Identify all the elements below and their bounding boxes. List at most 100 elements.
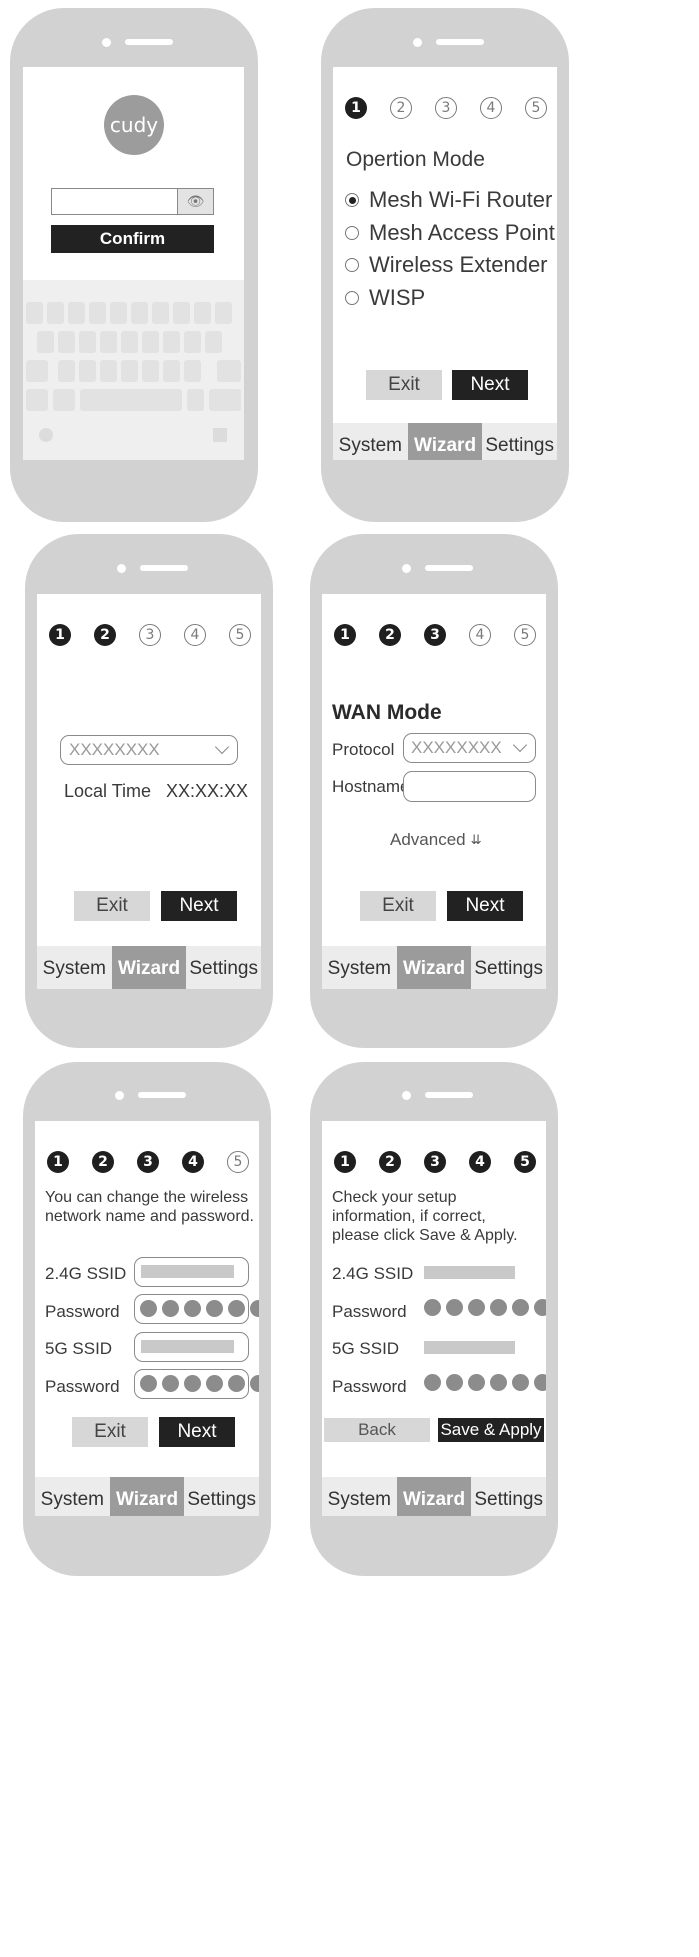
exit-button[interactable]: Exit — [366, 370, 442, 400]
key[interactable] — [205, 331, 222, 353]
tab-settings[interactable]: Settings — [184, 1477, 259, 1516]
key[interactable] — [58, 360, 75, 382]
key[interactable] — [68, 302, 85, 324]
key[interactable] — [152, 302, 169, 324]
ssid-value-bar — [141, 1265, 234, 1278]
key[interactable] — [47, 302, 64, 324]
protocol-value: XXXXXXXX — [411, 738, 502, 757]
keyboard — [23, 280, 244, 460]
step-indicator: 1 2 3 4 5 — [47, 1151, 249, 1173]
key[interactable] — [184, 360, 201, 382]
key[interactable] — [184, 331, 201, 353]
key[interactable] — [79, 360, 96, 382]
tab-settings[interactable]: Settings — [186, 946, 261, 989]
next-button[interactable]: Next — [161, 891, 237, 921]
phone-wan-mode: 1 2 3 4 5 WAN Mode Protocol XXXXXXXX Hos… — [310, 534, 558, 1048]
password-input[interactable] — [51, 188, 178, 215]
key[interactable] — [100, 360, 117, 382]
return-key[interactable] — [209, 389, 241, 411]
ssid-24g-input[interactable] — [134, 1257, 249, 1287]
key[interactable] — [79, 331, 96, 353]
operation-mode-title: Opertion Mode — [346, 148, 485, 171]
password-24g-label: Password — [45, 1302, 120, 1321]
save-apply-button[interactable]: Save & Apply — [438, 1418, 544, 1442]
wireless-description: You can change the wireless network name… — [45, 1189, 254, 1225]
key[interactable] — [194, 302, 211, 324]
key[interactable] — [89, 302, 106, 324]
option-mesh-access-point[interactable]: Mesh Access Point — [345, 220, 555, 246]
tab-settings[interactable]: Settings — [471, 946, 546, 989]
local-time-value: XX:XX:XX — [166, 781, 249, 801]
key[interactable] — [26, 389, 48, 411]
tab-wizard[interactable]: Wizard — [396, 946, 472, 989]
step-3-icon: 3 — [424, 1151, 446, 1173]
show-password-button[interactable]: 👁 — [177, 188, 214, 215]
option-mesh-wifi-router[interactable]: Mesh Wi-Fi Router — [345, 187, 552, 213]
key[interactable] — [163, 331, 180, 353]
tab-wizard[interactable]: Wizard — [111, 946, 187, 989]
cudy-logo: cudy — [104, 95, 164, 155]
password-5g-input[interactable] — [134, 1369, 259, 1399]
key[interactable] — [110, 302, 127, 324]
dictation-icon[interactable] — [213, 428, 227, 442]
key[interactable] — [37, 331, 54, 353]
tab-system[interactable]: System — [37, 946, 112, 989]
phone-summary: 1 2 3 4 5 Check your setup information, … — [310, 1062, 558, 1576]
key[interactable] — [187, 389, 204, 411]
password-5g-dots — [424, 1374, 546, 1391]
tab-system[interactable]: System — [333, 423, 408, 460]
tab-wizard[interactable]: Wizard — [407, 423, 483, 460]
key[interactable] — [163, 360, 180, 382]
option-wisp[interactable]: WISP — [345, 285, 425, 311]
option-wireless-extender[interactable]: Wireless Extender — [345, 252, 548, 278]
globe-icon[interactable] — [39, 428, 53, 442]
step-2-icon: 2 — [379, 624, 401, 646]
tab-wizard[interactable]: Wizard — [396, 1477, 472, 1516]
confirm-button[interactable]: Confirm — [51, 225, 214, 253]
tab-system[interactable]: System — [322, 1477, 397, 1516]
key[interactable] — [142, 331, 159, 353]
key[interactable] — [58, 331, 75, 353]
key[interactable] — [26, 302, 43, 324]
step-5-icon: 5 — [227, 1151, 249, 1173]
radio-icon — [345, 291, 359, 305]
back-button[interactable]: Back — [324, 1418, 430, 1442]
key[interactable] — [142, 360, 159, 382]
key[interactable] — [173, 302, 190, 324]
key[interactable] — [215, 302, 232, 324]
hostname-input[interactable] — [403, 771, 536, 802]
tab-bar: System Wizard Settings — [37, 946, 261, 989]
next-button[interactable]: Next — [159, 1417, 235, 1447]
tab-settings[interactable]: Settings — [482, 423, 557, 460]
step-1-icon: 1 — [345, 97, 367, 119]
exit-button[interactable]: Exit — [360, 891, 436, 921]
password-24g-input[interactable] — [134, 1294, 259, 1324]
tab-wizard[interactable]: Wizard — [109, 1477, 185, 1516]
summary-screen: 1 2 3 4 5 Check your setup information, … — [322, 1121, 546, 1516]
key[interactable] — [121, 331, 138, 353]
next-button[interactable]: Next — [447, 891, 523, 921]
login-screen: cudy 👁 Confirm — [23, 67, 244, 460]
timezone-select[interactable]: XXXXXXXX — [60, 735, 238, 765]
exit-button[interactable]: Exit — [72, 1417, 148, 1447]
tab-system[interactable]: System — [35, 1477, 110, 1516]
option-label: Mesh Access Point — [369, 220, 555, 245]
tab-bar: System Wizard Settings — [35, 1477, 259, 1516]
key[interactable] — [100, 331, 117, 353]
step-2-icon: 2 — [94, 624, 116, 646]
tab-settings[interactable]: Settings — [471, 1477, 546, 1516]
advanced-toggle[interactable]: Advanced ⇊ — [390, 830, 482, 850]
exit-button[interactable]: Exit — [74, 891, 150, 921]
next-button[interactable]: Next — [452, 370, 528, 400]
key[interactable] — [121, 360, 138, 382]
chevron-down-icon — [512, 737, 528, 753]
option-label: Wireless Extender — [369, 252, 548, 277]
space-key[interactable] — [80, 389, 182, 411]
tab-system[interactable]: System — [322, 946, 397, 989]
key[interactable] — [131, 302, 148, 324]
key[interactable] — [53, 389, 75, 411]
protocol-select[interactable]: XXXXXXXX — [403, 733, 536, 763]
backspace-key[interactable] — [217, 360, 241, 382]
shift-key[interactable] — [26, 360, 48, 382]
ssid-5g-input[interactable] — [134, 1332, 249, 1362]
